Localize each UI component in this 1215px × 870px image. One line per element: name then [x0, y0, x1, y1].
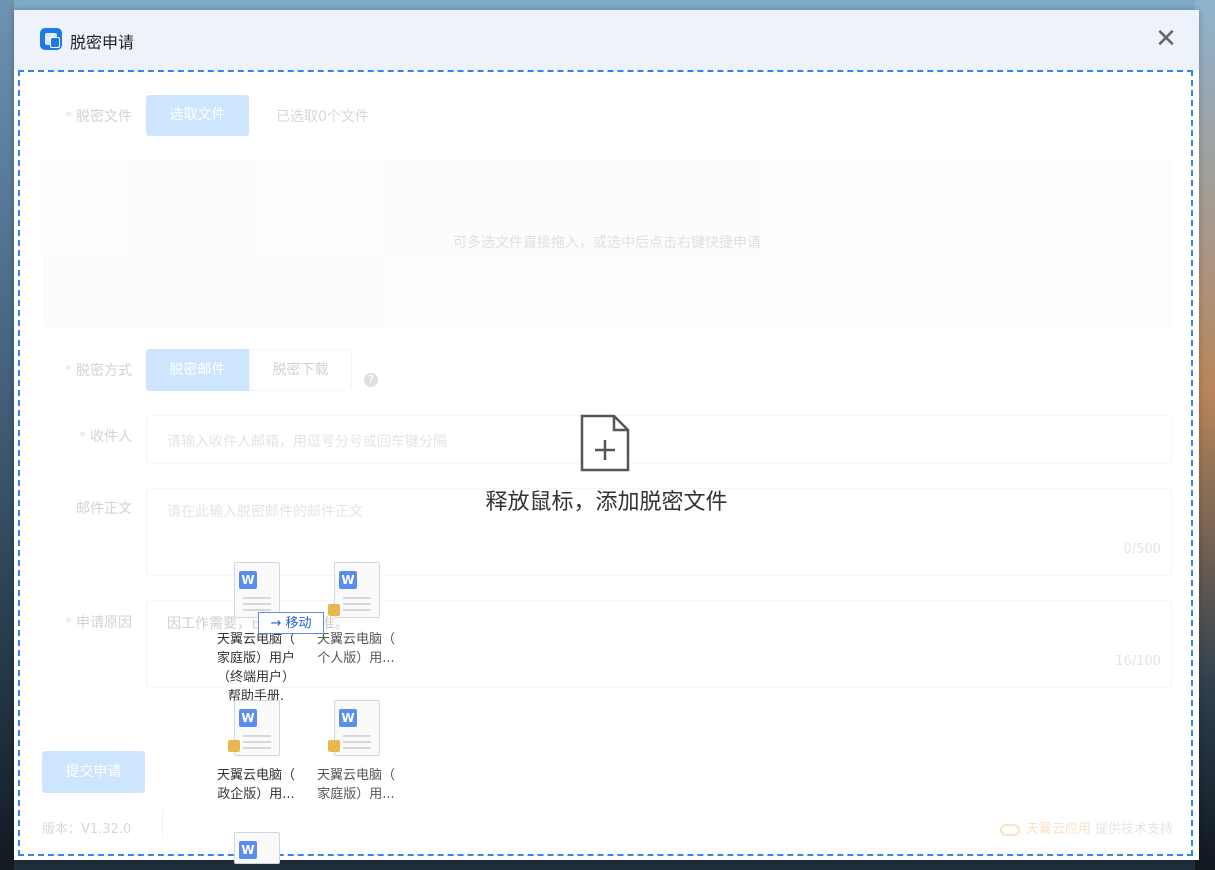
- word-file-icon: W: [234, 832, 280, 864]
- window-title: 脱密申请: [70, 33, 135, 52]
- lock-icon: [328, 604, 340, 616]
- add-file-icon: [580, 414, 630, 472]
- move-tooltip: → 移动: [258, 612, 324, 634]
- lock-icon: [228, 740, 240, 752]
- close-icon[interactable]: ✕: [1151, 24, 1181, 54]
- app-logo-icon: [40, 28, 62, 50]
- lock-icon: [328, 740, 340, 752]
- file-label: 天翼云电脑（ 政企版）用...: [216, 768, 295, 802]
- title-bar: 脱密申请 ✕: [14, 10, 1199, 70]
- drop-overlay-text: 释放鼠标，添加脱密文件: [485, 490, 728, 515]
- declassify-dialog: 脱密申请 ✕ * 脱密文件 选取文件 已选取0个文件 可多选文件直接拖入，或选中后…: [14, 10, 1199, 860]
- word-file-icon: W: [334, 562, 380, 618]
- file-label: 天翼云电脑（ 家庭版）用户 （终端用户） 帮助手册.: [216, 632, 295, 704]
- desktop-background-left: [0, 0, 14, 870]
- word-file-icon: W: [234, 562, 280, 618]
- file-label: 天翼云电脑（ 家庭版）用...: [316, 768, 395, 802]
- word-file-icon: W: [234, 700, 280, 756]
- file-label: 天翼云电脑（ 个人版）用...: [316, 632, 395, 666]
- word-file-icon: W: [334, 700, 380, 756]
